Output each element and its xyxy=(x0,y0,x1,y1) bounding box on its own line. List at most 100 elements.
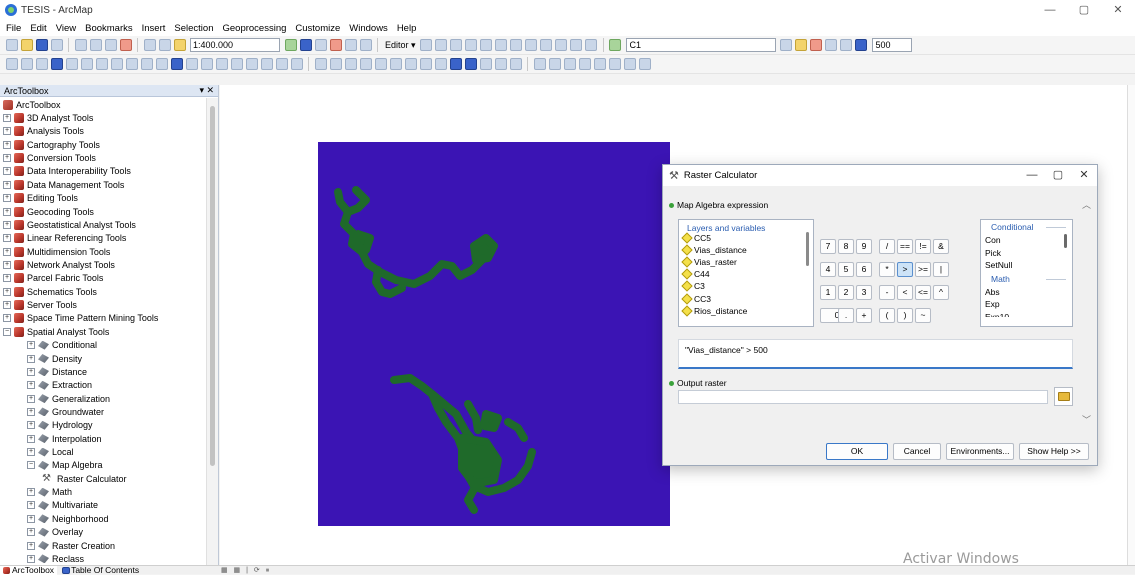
copy-icon[interactable] xyxy=(89,39,102,51)
georeference-icon[interactable] xyxy=(494,58,507,70)
pan-icon[interactable] xyxy=(35,58,48,70)
menu-help[interactable]: Help xyxy=(397,23,417,34)
menu-windows[interactable]: Windows xyxy=(349,23,388,34)
layer-item-rios-distance[interactable]: Rios_distance xyxy=(679,304,813,317)
map-scale-input[interactable]: 1:400.000 xyxy=(190,38,280,52)
expand-icon[interactable]: + xyxy=(3,301,11,310)
function-list[interactable]: Conditional Con Pick SetNull Math Abs Ex… xyxy=(980,219,1073,327)
layers-scrollbar[interactable] xyxy=(806,232,809,266)
line-color-icon[interactable] xyxy=(449,58,462,70)
redo-icon[interactable] xyxy=(158,39,171,51)
expand-icon[interactable]: + xyxy=(3,220,11,229)
function-list-scrollbar[interactable] xyxy=(1064,234,1067,248)
create-features-icon[interactable] xyxy=(585,39,598,51)
key-button[interactable]: | xyxy=(933,262,949,277)
key-button[interactable]: <= xyxy=(915,285,931,300)
arctoolbox-icon[interactable] xyxy=(329,39,342,51)
toolbox-data-interoperability-tools[interactable]: + Data Interoperability Tools xyxy=(0,165,206,178)
expand-icon[interactable]: + xyxy=(27,541,35,550)
function-item-exp[interactable]: Exp xyxy=(981,298,1072,311)
layer-item-c44[interactable]: C44 xyxy=(679,268,813,280)
swipe-icon[interactable] xyxy=(810,39,823,51)
dialog-close-button[interactable]: ✕ xyxy=(1071,165,1097,186)
layer-item-vias-distance[interactable]: Vias_distance xyxy=(679,244,813,256)
expand-icon[interactable]: + xyxy=(27,394,35,403)
add-data-icon[interactable] xyxy=(173,39,186,51)
table-of-contents-icon[interactable] xyxy=(299,39,312,51)
toolset-map-algebra[interactable]: − Map Algebra xyxy=(0,459,206,472)
map-scrollbar[interactable] xyxy=(1127,85,1135,565)
key-button[interactable]: 8 xyxy=(838,239,854,254)
browse-button[interactable] xyxy=(1054,387,1073,406)
brightness-icon[interactable] xyxy=(795,39,808,51)
toolbox-server-tools[interactable]: + Server Tools xyxy=(0,298,206,311)
panel-scrollbar[interactable] xyxy=(206,98,218,565)
expand-icon[interactable]: + xyxy=(27,381,35,390)
route-icon[interactable] xyxy=(623,58,636,70)
key-button[interactable]: != xyxy=(915,239,931,254)
close-button[interactable]: ✕ xyxy=(1101,0,1135,20)
expand-icon[interactable]: − xyxy=(3,327,11,336)
expand-icon[interactable]: + xyxy=(27,488,35,497)
menu-edit[interactable]: Edit xyxy=(30,23,46,34)
key-button[interactable]: - xyxy=(879,285,895,300)
expand-icon[interactable]: + xyxy=(3,260,11,269)
key-button[interactable]: ( xyxy=(879,308,895,323)
tool-raster-calculator[interactable]: ⚒ Raster Calculator xyxy=(0,472,206,485)
expand-icon[interactable]: + xyxy=(3,127,11,136)
toolbox-analysis-tools[interactable]: + Analysis Tools xyxy=(0,125,206,138)
new-document-icon[interactable] xyxy=(5,39,18,51)
print-icon[interactable] xyxy=(50,39,63,51)
expand-icon[interactable]: + xyxy=(27,554,35,563)
dialog-minimize-button[interactable]: — xyxy=(1019,165,1045,186)
expand-icon[interactable]: + xyxy=(27,421,35,430)
menu-insert[interactable]: Insert xyxy=(142,23,166,34)
toolbox-schematics-tools[interactable]: + Schematics Tools xyxy=(0,285,206,298)
expand-icon[interactable]: + xyxy=(27,501,35,510)
editor-menu[interactable]: Editor ▾ xyxy=(385,40,416,51)
editor-toolbar-icon[interactable] xyxy=(284,39,297,51)
minimize-button[interactable]: — xyxy=(1033,0,1067,20)
cancel-button[interactable]: Cancel xyxy=(893,443,941,460)
reshape-icon[interactable] xyxy=(525,39,538,51)
histogram-icon[interactable] xyxy=(840,39,853,51)
fill-color-icon[interactable] xyxy=(434,58,447,70)
key-button[interactable]: 1 xyxy=(820,285,836,300)
clear-selection-icon[interactable] xyxy=(140,58,153,70)
rectangle-icon[interactable] xyxy=(329,58,342,70)
toolbox-multidimension-tools[interactable]: + Multidimension Tools xyxy=(0,245,206,258)
key-button[interactable]: 2 xyxy=(838,285,854,300)
parcel-icon[interactable] xyxy=(593,58,606,70)
toolbox-network-analyst-tools[interactable]: + Network Analyst Tools xyxy=(0,258,206,271)
modelbuilder-icon[interactable] xyxy=(359,39,372,51)
straight-segment-icon[interactable] xyxy=(450,39,463,51)
expand-icon[interactable]: + xyxy=(3,114,11,123)
topology-icon[interactable] xyxy=(533,58,546,70)
measure-icon[interactable] xyxy=(215,58,228,70)
function-item-exp10[interactable]: Exp10 xyxy=(981,311,1072,317)
toolset-conditional[interactable]: + Conditional xyxy=(0,338,206,351)
menu-customize[interactable]: Customize xyxy=(295,23,340,34)
toolbox-parcel-fabric-tools[interactable]: + Parcel Fabric Tools xyxy=(0,272,206,285)
flicker-icon[interactable] xyxy=(825,39,838,51)
layer-item-cc5[interactable]: CC5 xyxy=(679,232,813,244)
key-button[interactable]: 9 xyxy=(856,239,872,254)
toolbox-data-management-tools[interactable]: + Data Management Tools xyxy=(0,178,206,191)
function-item-setnull[interactable]: SetNull xyxy=(981,259,1072,272)
key-button[interactable]: * xyxy=(879,262,895,277)
key-button[interactable]: . xyxy=(838,308,854,323)
goto-xy-icon[interactable] xyxy=(260,58,273,70)
expand-icon[interactable]: + xyxy=(3,194,11,203)
expand-icon[interactable]: + xyxy=(27,528,35,537)
time-slider-icon[interactable] xyxy=(275,58,288,70)
key-button[interactable]: 5 xyxy=(838,262,854,277)
trace-icon[interactable] xyxy=(480,39,493,51)
catalog-icon[interactable] xyxy=(314,39,327,51)
toolbox-geostatistical-analyst-tools[interactable]: + Geostatistical Analyst Tools xyxy=(0,218,206,231)
restore-button[interactable]: ▢ xyxy=(1067,0,1101,20)
undo-icon[interactable] xyxy=(143,39,156,51)
key-button[interactable]: + xyxy=(856,308,872,323)
expand-icon[interactable]: + xyxy=(27,341,35,350)
schematic-icon[interactable] xyxy=(638,58,651,70)
key-button[interactable]: == xyxy=(897,239,913,254)
